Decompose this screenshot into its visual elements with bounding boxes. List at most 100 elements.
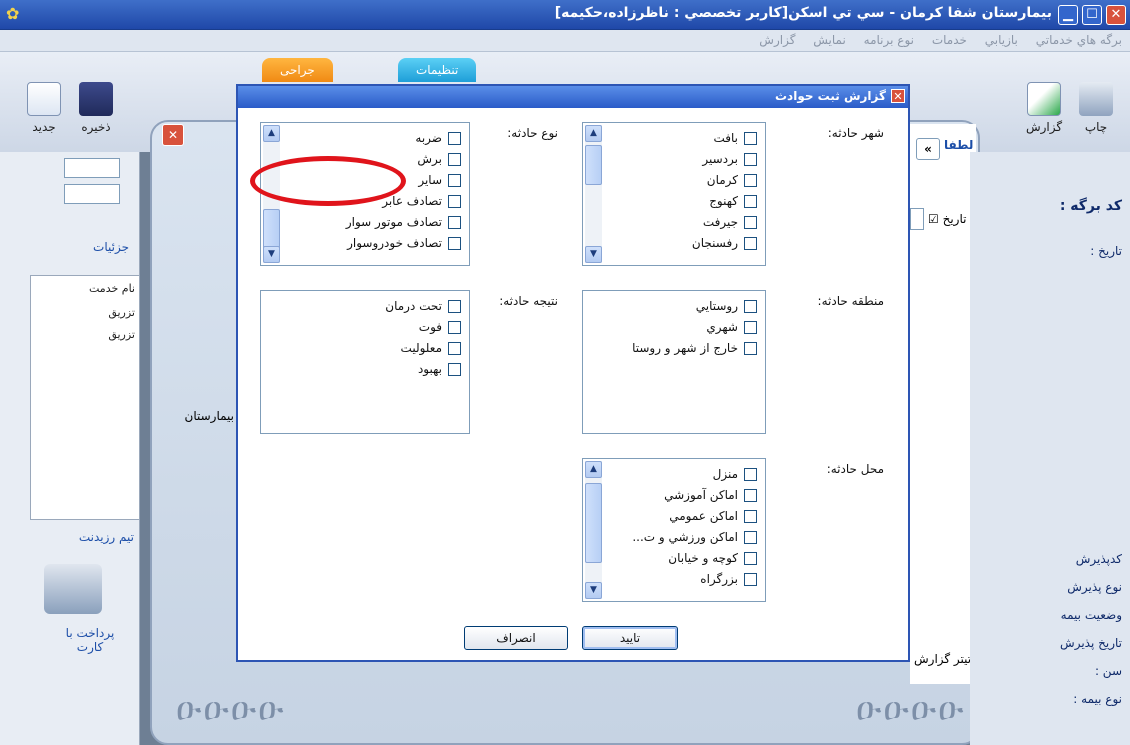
checkbox[interactable] [744,510,757,523]
checkbox[interactable] [744,468,757,481]
region-item[interactable]: شهري [706,320,757,338]
checkbox[interactable] [448,153,461,166]
type-item[interactable]: تصادف عابر [382,194,461,212]
city-item[interactable]: بافت [713,131,757,149]
menu-view[interactable]: نمايش [813,33,846,47]
print-button[interactable]: چاپ [1070,82,1122,134]
menu-sheets[interactable]: برگه هاي خدماتي [1036,33,1122,47]
minimize-button[interactable]: ▁ [1058,5,1078,25]
city-item[interactable]: رفسنجان [692,236,757,254]
checkbox[interactable] [448,300,461,313]
city-scrollbar[interactable]: ▲ ▼ [585,125,602,263]
checkbox[interactable] [744,489,757,502]
scroll-thumb[interactable] [263,209,280,249]
card-payment-label[interactable]: پرداخت با كارت [50,626,130,654]
type-item[interactable]: تصادف خودروسوار [347,236,461,254]
tab-settings[interactable]: تنظیمات [398,58,477,82]
scroll-up-button[interactable]: ▲ [585,461,602,478]
checkbox[interactable] [744,321,757,334]
checkbox[interactable] [448,342,461,355]
combo-2[interactable] [64,184,120,204]
checkbox[interactable] [744,174,757,187]
place-item[interactable]: كوچه و خيابان [668,551,757,569]
date-label: تاريخ : [1090,244,1122,258]
place-item[interactable]: اماكن آموزشي [664,488,757,506]
menu-services[interactable]: خدمات [932,33,967,47]
region-item[interactable]: خارج از شهر و روستا [632,341,757,359]
type-item[interactable]: برش [417,152,461,170]
city-item[interactable]: بردسير [702,152,757,170]
confirm-button[interactable]: تاييد [582,626,678,650]
sheet-code-label: كد برگه : [1059,198,1122,214]
city-listbox[interactable]: ▲ ▼ بافت بردسير كرمان كهنوج جيرفت رفسنجا… [582,122,766,266]
maximize-button[interactable]: ☐ [1082,5,1102,25]
place-item[interactable]: بزرگراه [700,572,757,590]
collapse-button[interactable]: « [916,138,940,160]
date-checkbox[interactable]: تاريخ ☑ [928,212,966,226]
checkbox[interactable] [448,237,461,250]
checkbox[interactable] [744,132,757,145]
city-item[interactable]: كرمان [707,173,757,191]
scroll-down-button[interactable]: ▼ [585,582,602,599]
result-listbox[interactable]: تحت درمان فوت معلوليت بهبود [260,290,470,434]
result-item[interactable]: تحت درمان [385,299,461,317]
checkbox[interactable] [744,342,757,355]
scroll-down-button[interactable]: ▼ [585,246,602,263]
checkbox[interactable] [744,552,757,565]
place-item[interactable]: منزل [713,467,757,485]
new-button[interactable]: جديد [18,82,70,134]
result-item[interactable]: معلوليت [401,341,461,359]
type-item[interactable]: ساير [418,173,461,191]
app-icon[interactable]: ✿ [6,5,24,23]
insurance-status-label: وضعيت بيمه [1060,608,1122,622]
menu-report[interactable]: گزارش [759,33,795,47]
close-window-button[interactable]: ✕ [1106,5,1126,25]
menu-program-type[interactable]: نوع برنامه [864,33,914,47]
place-scrollbar[interactable]: ▲ ▼ [585,461,602,599]
cash-register-icon[interactable] [44,564,102,614]
title-bar: ✿ بيمارستان شفا كرمان - سي تي اسكن[كاربر… [0,0,1130,30]
scroll-up-button[interactable]: ▲ [585,125,602,142]
list-item[interactable]: تزريق [108,306,135,319]
result-item[interactable]: فوت [419,320,461,338]
tab-surgery[interactable]: جراحی [262,58,333,82]
place-listbox[interactable]: ▲ ▼ منزل اماكن آموزشي اماكن عمومي اماكن … [582,458,766,602]
scroll-down-button[interactable]: ▼ [263,246,280,263]
checkbox[interactable] [744,300,757,313]
result-item[interactable]: بهبود [418,362,461,380]
checkbox[interactable] [744,195,757,208]
menu-retrieval[interactable]: بازيابي [985,33,1018,47]
checkbox[interactable] [744,531,757,544]
details-link[interactable]: جزئيات [93,240,129,254]
date-input[interactable] [910,208,924,230]
place-item[interactable]: اماكن عمومي [669,509,757,527]
checkbox[interactable] [744,153,757,166]
scroll-thumb[interactable] [585,483,602,563]
cancel-button[interactable]: انصراف [464,626,568,650]
save-button[interactable]: ذخيره [70,82,122,134]
close-notebook-button[interactable]: ✕ [162,124,184,146]
city-item[interactable]: جيرفت [703,215,757,233]
checkbox[interactable] [744,216,757,229]
checkbox[interactable] [448,216,461,229]
checkbox[interactable] [448,132,461,145]
place-item[interactable]: اماكن ورزشي و ت... [632,530,757,548]
checkbox[interactable] [744,237,757,250]
region-listbox[interactable]: روستايي شهري خارج از شهر و روستا [582,290,766,434]
combo-1[interactable] [64,158,120,178]
scroll-up-button[interactable]: ▲ [263,125,280,142]
checkbox[interactable] [448,195,461,208]
city-item[interactable]: كهنوج [709,194,757,212]
scroll-thumb[interactable] [585,145,602,185]
checkbox[interactable] [448,174,461,187]
checkbox[interactable] [448,321,461,334]
type-item[interactable]: ضربه [415,131,461,149]
checkbox[interactable] [448,363,461,376]
report-button[interactable]: گزارش [1018,82,1070,134]
type-item[interactable]: تصادف موتور سوار [346,215,461,233]
checkbox[interactable] [744,573,757,586]
dialog-close-button[interactable]: ✕ [891,89,905,103]
admission-code-label: كدپذيرش [1075,552,1122,566]
list-item[interactable]: تزريق [108,328,135,341]
region-item[interactable]: روستايي [696,299,757,317]
